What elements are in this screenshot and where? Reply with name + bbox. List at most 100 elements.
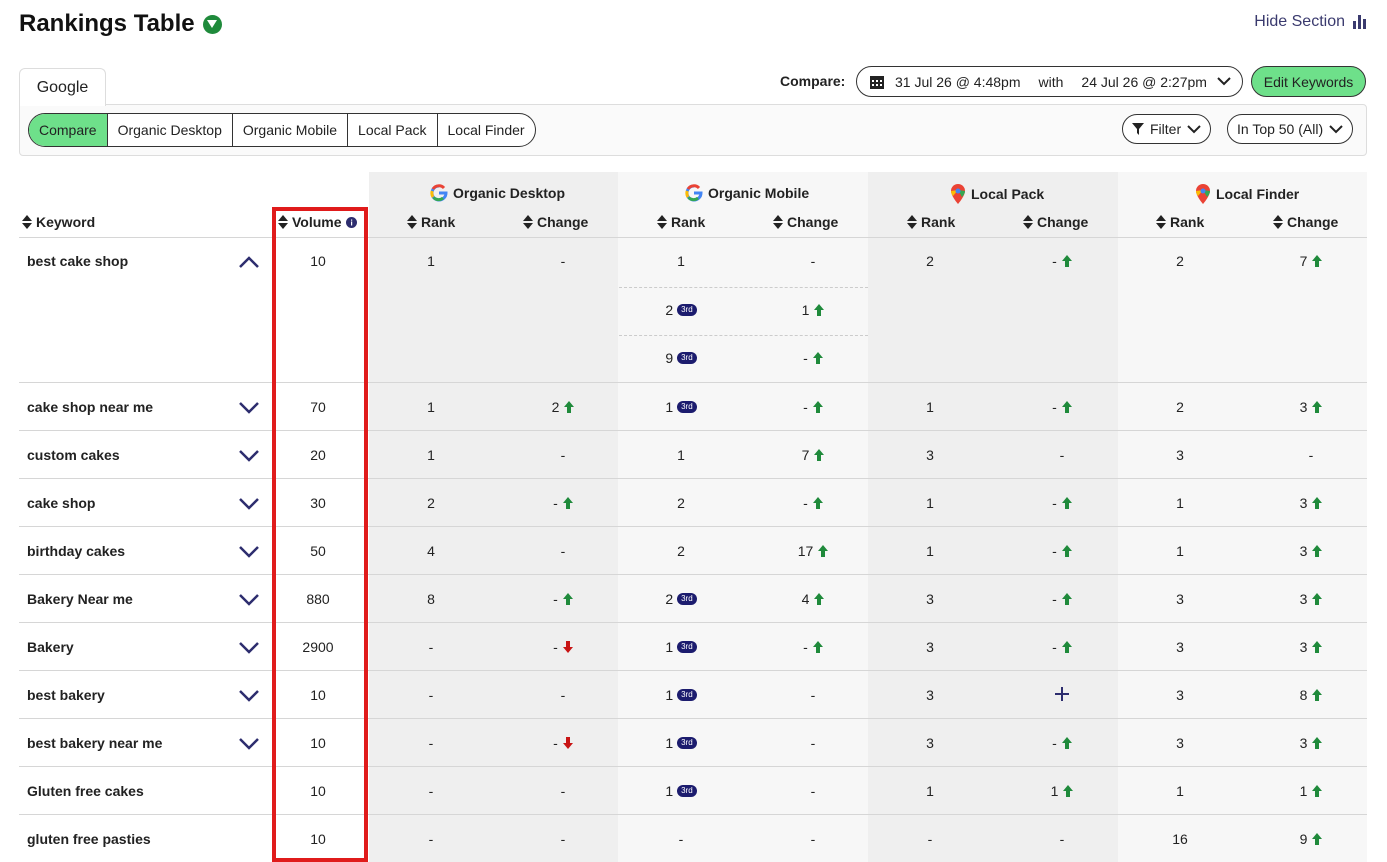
cell-value: 3	[1299, 399, 1308, 415]
change-cell: 1	[1271, 783, 1351, 799]
chevron-down-icon[interactable]	[239, 450, 259, 462]
mode-organic-desktop[interactable]: Organic Desktop	[106, 114, 232, 146]
keyword-cell[interactable]: best bakery	[27, 687, 105, 703]
change-cell: -	[773, 253, 853, 269]
keyword-cell[interactable]: Bakery	[27, 639, 74, 655]
keyword-cell[interactable]: Bakery Near me	[27, 591, 133, 607]
mode-compare[interactable]: Compare	[29, 114, 107, 146]
cell-value: 1	[665, 687, 674, 703]
change-cell: 4	[773, 591, 853, 607]
header-keyword[interactable]: Keyword	[22, 214, 95, 230]
header-change[interactable]: Change	[1023, 214, 1088, 230]
sub-row-divider	[619, 335, 868, 336]
up-arrow-icon	[814, 593, 825, 605]
header-volume[interactable]: Volume	[278, 214, 357, 230]
rank-cell: -	[890, 831, 970, 847]
keyword-cell[interactable]: best bakery near me	[27, 735, 162, 751]
header-change[interactable]: Change	[773, 214, 838, 230]
expand-toggle[interactable]	[239, 255, 259, 269]
up-arrow-icon	[814, 449, 825, 461]
change-cell: -	[1022, 495, 1102, 511]
expand-toggle[interactable]	[239, 689, 259, 703]
table-row: Gluten free cakes 10- -1 3rd -1 1 1 1	[19, 766, 1367, 814]
change-cell: 3	[1271, 399, 1351, 415]
change-cell: -	[773, 639, 853, 655]
expand-toggle[interactable]	[239, 497, 259, 511]
cell-value: 1	[1176, 543, 1184, 559]
compare-to-date: 24 Jul 26 @ 2:27pm	[1081, 73, 1207, 90]
change-cell: -	[773, 399, 853, 415]
mode-local-pack[interactable]: Local Pack	[347, 114, 436, 146]
chevron-down-icon[interactable]	[239, 546, 259, 558]
cell-value: -	[553, 495, 558, 511]
chevron-down-icon[interactable]	[239, 498, 259, 510]
chevron-down-icon[interactable]	[239, 690, 259, 702]
cell-value: -	[1052, 253, 1057, 269]
header-rank[interactable]: Rank	[907, 214, 955, 230]
header-rank[interactable]: Rank	[657, 214, 705, 230]
keyword-cell[interactable]: gluten free pasties	[27, 831, 151, 847]
group-label: Local Pack	[971, 186, 1045, 202]
down-arrow-icon	[562, 737, 573, 749]
cell-value: 2	[677, 543, 685, 559]
group-organic-desktop: Organic Desktop	[430, 184, 565, 202]
cell-value: 1	[665, 639, 674, 655]
expand-toggle[interactable]	[239, 593, 259, 607]
rank-cell: 2 3rd	[641, 591, 721, 607]
chevron-up-icon[interactable]	[239, 256, 259, 268]
cell-value: 1	[665, 735, 674, 751]
change-cell: 1	[1022, 783, 1102, 799]
chevron-down-icon[interactable]	[239, 402, 259, 414]
keyword-cell[interactable]: cake shop	[27, 495, 95, 511]
hide-section-button[interactable]: Hide Section	[1254, 13, 1367, 31]
tab-google[interactable]: Google	[19, 68, 106, 106]
keyword-cell[interactable]: cake shop near me	[27, 399, 153, 415]
compare-date-picker[interactable]: 31 Jul 26 @ 4:48pm with 24 Jul 26 @ 2:27…	[856, 66, 1243, 97]
header-change[interactable]: Change	[1273, 214, 1338, 230]
change-cell: -	[523, 447, 603, 463]
cell-value: 3	[1176, 447, 1184, 463]
filter-badge-icon[interactable]	[202, 14, 222, 34]
up-arrow-icon	[1312, 401, 1323, 413]
rank-cell: 1	[641, 253, 721, 269]
edit-keywords-button[interactable]: Edit Keywords	[1251, 66, 1366, 97]
change-cell: -	[773, 350, 853, 366]
expand-toggle[interactable]	[239, 545, 259, 559]
cell-value: 3	[1176, 687, 1184, 703]
group-local-finder: Local Finder	[1195, 184, 1299, 204]
header-rank[interactable]: Rank	[407, 214, 455, 230]
keyword-cell[interactable]: birthday cakes	[27, 543, 125, 559]
cell-value: -	[1052, 639, 1057, 655]
expand-toggle[interactable]	[239, 641, 259, 655]
change-cell: -	[523, 543, 603, 559]
header-rank[interactable]: Rank	[1156, 214, 1204, 230]
cell-value: 9	[1299, 831, 1308, 847]
table-row: cake shop 30 2 - 2 - 1 - 1 3	[19, 478, 1367, 526]
group-local-pack: Local Pack	[950, 184, 1044, 204]
header-change[interactable]: Change	[523, 214, 588, 230]
expand-toggle[interactable]	[239, 737, 259, 751]
chevron-down-icon[interactable]	[239, 738, 259, 750]
keyword-cell[interactable]: Gluten free cakes	[27, 783, 144, 799]
expand-toggle[interactable]	[239, 449, 259, 463]
rank-cell: -	[391, 783, 471, 799]
filter-button[interactable]: Filter	[1122, 114, 1212, 144]
cell-value: 16	[1172, 831, 1188, 847]
rank-cell: 4	[391, 543, 471, 559]
change-cell: -	[1271, 447, 1351, 463]
cell-value: 2	[677, 495, 685, 511]
mode-local-finder[interactable]: Local Finder	[436, 114, 535, 146]
mode-organic-mobile[interactable]: Organic Mobile	[231, 114, 347, 146]
top-range-select[interactable]: In Top 50 (All)	[1227, 114, 1354, 144]
serp-feature-badge: 3rd	[677, 352, 697, 364]
chevron-down-icon[interactable]	[239, 594, 259, 606]
keyword-cell[interactable]: best cake shop	[27, 253, 128, 269]
rank-cell: 2	[391, 495, 471, 511]
chevron-down-icon[interactable]	[239, 642, 259, 654]
rank-cell: 1 3rd	[641, 639, 721, 655]
cell-value: -	[553, 639, 558, 655]
expand-toggle[interactable]	[239, 401, 259, 415]
cell-value: -	[803, 399, 808, 415]
keyword-cell[interactable]: custom cakes	[27, 447, 120, 463]
rank-cell: 1	[1140, 543, 1220, 559]
